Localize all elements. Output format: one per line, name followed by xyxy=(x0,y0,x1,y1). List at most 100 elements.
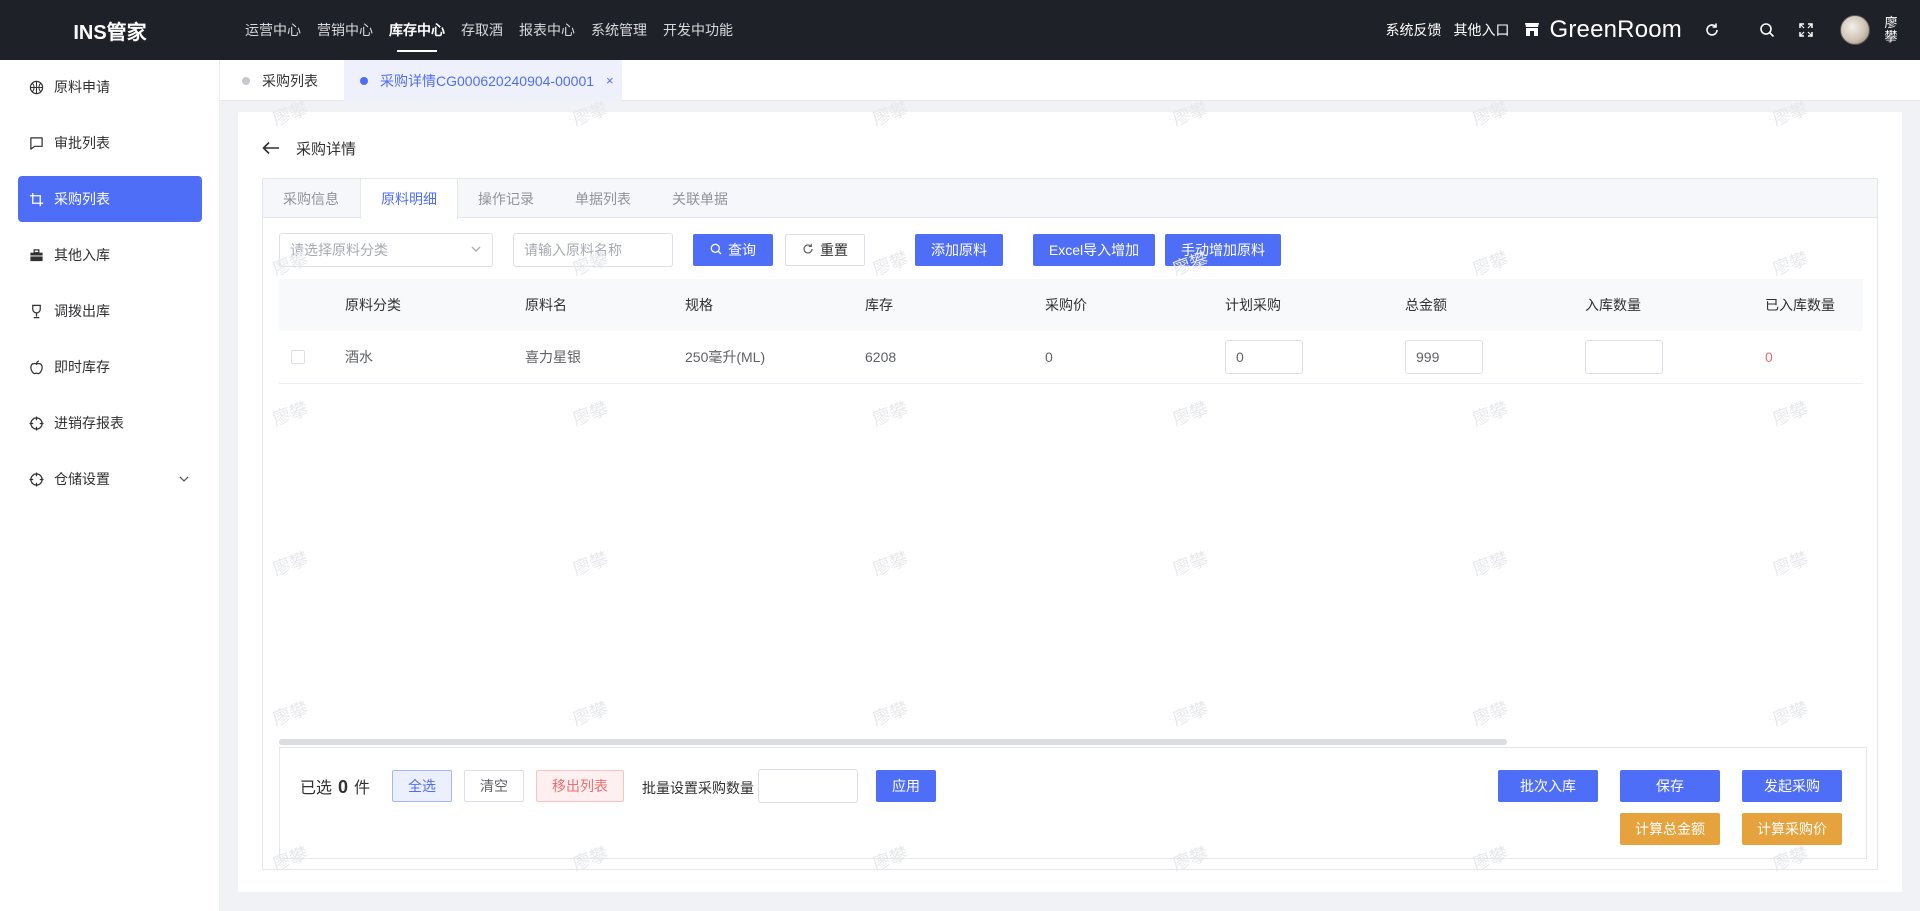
aim-icon xyxy=(28,471,44,487)
tab-material-details[interactable]: 原料明细 xyxy=(360,179,458,219)
nav-item-marketing[interactable]: 营销中心 xyxy=(317,0,373,60)
selected-count: 0 xyxy=(338,777,349,797)
sidebar-item-purchase-list[interactable]: 采购列表 xyxy=(18,176,202,222)
query-button[interactable]: 查询 xyxy=(693,234,773,266)
excel-import-button[interactable]: Excel导入增加 xyxy=(1033,234,1155,266)
column-header: 采购价 xyxy=(1045,297,1087,313)
selected-count-display: 已选 0 件 xyxy=(300,774,370,798)
save-button[interactable]: 保存 xyxy=(1620,770,1720,802)
clear-button[interactable]: 清空 xyxy=(464,770,524,802)
reset-label: 重置 xyxy=(820,242,848,258)
action-footer: 已选 0 件 全选 清空 移出列表 批量设置采购数量 应用 批次入库 保存 发起… xyxy=(279,747,1867,859)
inbound-quantity-input[interactable] xyxy=(1585,340,1663,374)
cell-category: 酒水 xyxy=(345,349,373,365)
remove-from-list-button[interactable]: 移出列表 xyxy=(536,770,624,802)
sidebar-item-inventory-report[interactable]: 进销存报表 xyxy=(18,400,202,446)
material-name-input[interactable]: 请输入原料名称 xyxy=(513,233,673,267)
tab-related-documents[interactable]: 关联单据 xyxy=(652,179,749,218)
reset-button[interactable]: 重置 xyxy=(785,234,865,266)
batch-inbound-button[interactable]: 批次入库 xyxy=(1498,770,1598,802)
initiate-purchase-button[interactable]: 发起采购 xyxy=(1742,770,1842,802)
tab-dot xyxy=(242,76,250,85)
nav-item-inventory[interactable]: 库存中心 xyxy=(389,0,445,60)
nav-item-reports[interactable]: 报表中心 xyxy=(519,0,575,60)
store-name: GreenRoom xyxy=(1549,16,1682,43)
nav-item-dev[interactable]: 开发中功能 xyxy=(663,0,733,60)
column-header: 计划采购 xyxy=(1225,297,1281,313)
horizontal-scrollbar[interactable] xyxy=(279,739,1507,745)
user-name[interactable]: 廖攀 xyxy=(1884,16,1898,44)
row-checkbox[interactable] xyxy=(291,350,305,364)
total-amount-input[interactable]: 999 xyxy=(1405,340,1483,374)
refresh-icon[interactable] xyxy=(1701,19,1723,41)
batch-quantity-label: 批量设置采购数量 xyxy=(642,780,754,796)
sidebar-item-warehouse-settings[interactable]: 仓储设置 xyxy=(18,456,202,502)
calc-price-button[interactable]: 计算采购价 xyxy=(1742,813,1842,845)
column-header: 总金额 xyxy=(1405,297,1447,313)
tab-operation-log[interactable]: 操作记录 xyxy=(458,179,555,218)
tab-document-list[interactable]: 单据列表 xyxy=(555,179,652,218)
app-logo[interactable]: INS管家 xyxy=(0,0,220,60)
calc-total-button[interactable]: 计算总金额 xyxy=(1620,813,1720,845)
filter-bar: 请选择原料分类 请输入原料名称 查询 重置 添加原料 Excel导入增加 手动增… xyxy=(279,233,1281,267)
sidebar-item-approval-list[interactable]: 审批列表 xyxy=(18,120,202,166)
cell-price: 0 xyxy=(1045,349,1053,365)
detail-panel: 采购信息 原料明细 操作记录 单据列表 关联单据 请选择原料分类 请输入原料名称… xyxy=(262,178,1878,870)
column-header: 库存 xyxy=(865,297,893,313)
total-value: 999 xyxy=(1416,349,1440,365)
close-icon[interactable]: × xyxy=(606,73,614,88)
store-switcher[interactable]: GreenRoom xyxy=(1523,16,1682,44)
sidebar-item-label: 采购列表 xyxy=(54,191,110,207)
search-icon xyxy=(710,242,722,258)
category-placeholder: 请选择原料分类 xyxy=(290,242,388,258)
query-label: 查询 xyxy=(728,242,756,258)
selected-prefix: 已选 xyxy=(300,780,333,797)
nav-item-wine-storage[interactable]: 存取酒 xyxy=(461,0,503,60)
sidebar-item-material-request[interactable]: 原料申请 xyxy=(18,64,202,110)
sidebar-item-label: 审批列表 xyxy=(54,135,110,151)
planned-purchase-input[interactable]: 0 xyxy=(1225,340,1303,374)
table-header: 原料分类 原料名 规格 库存 采购价 计划采购 总金额 入库数量 已入库数量 xyxy=(279,279,1863,331)
sidebar-item-other-inbound[interactable]: 其他入库 xyxy=(18,232,202,278)
select-all-button[interactable]: 全选 xyxy=(392,770,452,802)
refresh-icon xyxy=(802,242,814,258)
planned-value: 0 xyxy=(1236,349,1244,365)
cell-stock: 6208 xyxy=(865,349,897,365)
sidebar-item-transfer-outbound[interactable]: 调拨出库 xyxy=(18,288,202,334)
crop-icon xyxy=(28,191,44,207)
sidebar-item-label: 其他入库 xyxy=(54,247,110,263)
tab-purchase-info[interactable]: 采购信息 xyxy=(263,179,360,218)
search-icon[interactable] xyxy=(1756,19,1778,41)
apple-icon xyxy=(28,359,44,375)
chevron-down-icon[interactable] xyxy=(178,472,190,488)
column-header: 原料名 xyxy=(525,297,567,313)
category-select[interactable]: 请选择原料分类 xyxy=(279,233,493,267)
nav-item-system[interactable]: 系统管理 xyxy=(591,0,647,60)
tab-purchase-list[interactable]: 采购列表 xyxy=(242,60,318,101)
top-nav: 运营中心 营销中心 库存中心 存取酒 报表中心 系统管理 开发中功能 xyxy=(245,0,733,60)
aim-icon xyxy=(28,415,44,431)
fullscreen-icon[interactable] xyxy=(1795,19,1817,41)
manual-add-button[interactable]: 手动增加原料 xyxy=(1165,234,1281,266)
avatar[interactable] xyxy=(1840,15,1870,45)
apply-button[interactable]: 应用 xyxy=(876,770,936,802)
basketball-icon xyxy=(28,79,44,95)
column-header: 原料分类 xyxy=(345,297,401,313)
tab-purchase-detail[interactable]: 采购详情CG000620240904-00001 × xyxy=(344,60,622,101)
sidebar-item-label: 仓储设置 xyxy=(54,471,110,487)
other-entry-link[interactable]: 其他入口 xyxy=(1453,20,1509,40)
back-arrow-icon[interactable] xyxy=(262,141,280,155)
feedback-link[interactable]: 系统反馈 xyxy=(1385,20,1441,40)
batch-quantity-input[interactable] xyxy=(758,769,858,803)
sidebar-item-label: 调拨出库 xyxy=(54,303,110,319)
table-row[interactable]: 酒水 喜力星银 250毫升(ML) 6208 0 0 999 0 xyxy=(279,331,1863,384)
page-tabs-bar: 采购列表 采购详情CG000620240904-00001 × xyxy=(220,60,1920,101)
add-material-button[interactable]: 添加原料 xyxy=(915,234,1003,266)
sidebar-item-realtime-stock[interactable]: 即时库存 xyxy=(18,344,202,390)
sidebar: 原料申请 审批列表 采购列表 其他入库 调拨出库 即时库存 进销存报表 仓储设置 xyxy=(0,60,220,911)
trophy-icon xyxy=(28,303,44,319)
nav-item-operations[interactable]: 运营中心 xyxy=(245,0,301,60)
header-actions: 系统反馈 其他入口 GreenRoom 廖攀 xyxy=(1385,0,1920,60)
briefcase-icon xyxy=(28,247,44,263)
sidebar-item-label: 即时库存 xyxy=(54,359,110,375)
